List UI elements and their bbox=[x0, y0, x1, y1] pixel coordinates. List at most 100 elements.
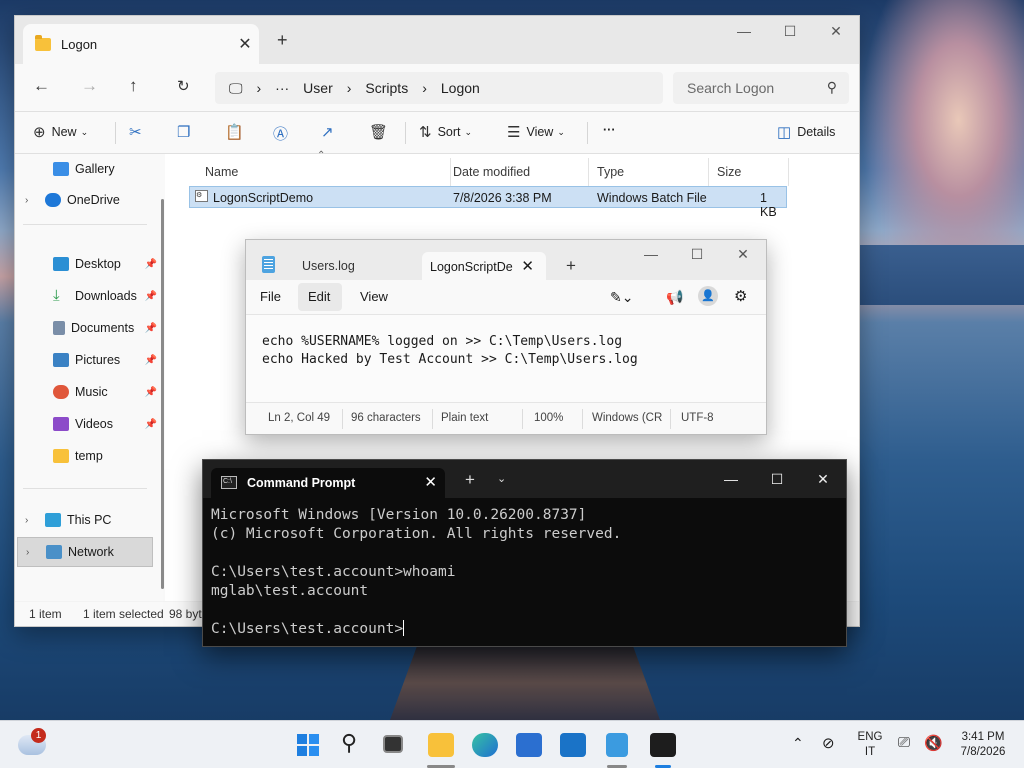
cut-icon[interactable]: ✂ bbox=[129, 123, 148, 141]
chevron-up-icon[interactable]: ⌃ bbox=[792, 735, 804, 752]
paste-icon[interactable]: 📋 bbox=[225, 123, 250, 141]
nav-item-this-pc[interactable]: › This PC bbox=[17, 505, 153, 535]
share-icon[interactable]: ↗ bbox=[321, 123, 340, 141]
more-options-button[interactable]: ··· bbox=[603, 123, 616, 137]
close-button[interactable]: ✕ bbox=[720, 240, 766, 268]
nav-item-desktop[interactable]: Desktop 📌 bbox=[17, 249, 157, 279]
close-button[interactable]: ✕ bbox=[800, 460, 846, 498]
terminal-line: mglab\test.account bbox=[211, 583, 369, 599]
announcement-icon[interactable]: 📢 bbox=[666, 289, 683, 306]
nav-scrollbar[interactable] bbox=[161, 199, 164, 589]
nav-item-network[interactable]: › Network bbox=[17, 537, 153, 567]
column-header-size[interactable]: Size bbox=[709, 158, 789, 186]
breadcrumb-user[interactable]: User bbox=[303, 80, 333, 96]
refresh-button[interactable]: ↻ bbox=[177, 77, 190, 95]
new-tab-button[interactable]: + bbox=[277, 30, 288, 51]
notepad-icon bbox=[262, 256, 275, 273]
clock[interactable]: 3:41 PM 7/8/2026 bbox=[950, 730, 1016, 760]
new-button[interactable]: ⊕ New ⌄ bbox=[33, 123, 88, 141]
nav-item-onedrive[interactable]: › OneDrive bbox=[17, 185, 153, 215]
nav-label: Desktop bbox=[75, 257, 121, 271]
rename-icon[interactable]: Ⓐ bbox=[273, 123, 294, 144]
chevron-down-icon[interactable]: ⌄ bbox=[497, 472, 506, 485]
terminal-output[interactable]: Microsoft Windows [Version 10.0.26200.87… bbox=[203, 498, 846, 647]
terminal-tab[interactable]: C:\ Command Prompt ✕ bbox=[211, 468, 445, 498]
nav-item-videos[interactable]: Videos 📌 bbox=[17, 409, 157, 439]
nav-item-temp[interactable]: temp bbox=[17, 441, 153, 471]
tab-users-log[interactable]: Users.log bbox=[302, 259, 355, 273]
terminal-taskbar-icon[interactable] bbox=[650, 733, 676, 757]
nav-label: Documents bbox=[71, 321, 135, 335]
up-button[interactable]: ↑ bbox=[129, 76, 138, 96]
forward-button[interactable]: → bbox=[81, 76, 98, 96]
delete-icon[interactable]: 🗑 bbox=[369, 123, 394, 141]
nav-item-documents[interactable]: Documents 📌 bbox=[17, 313, 157, 343]
speaker-muted-icon[interactable]: 🔇 bbox=[924, 734, 943, 752]
edge-icon[interactable] bbox=[472, 733, 498, 757]
display-icon[interactable]: ⎚ bbox=[898, 734, 910, 751]
navigation-pane: Gallery › OneDrive Desktop 📌 ⤓ Downloads 📌 D… bbox=[15, 154, 165, 601]
minimize-button[interactable]: — bbox=[721, 16, 767, 46]
nav-label: Network bbox=[68, 545, 114, 559]
explorer-tab[interactable]: Logon ✕ bbox=[23, 24, 259, 64]
breadcrumb-ellipsis[interactable]: ··· bbox=[275, 80, 289, 96]
menu-view[interactable]: View bbox=[360, 289, 388, 304]
nav-label: Videos bbox=[75, 417, 113, 431]
breadcrumb-logon[interactable]: Logon bbox=[441, 80, 480, 96]
command-bar: ⊕ New ⌄ ✂ ❐ 📋 Ⓐ ↗ 🗑 ⇅ Sort ⌄ ☰ View ⌄ ··· ◫ Det… bbox=[15, 112, 859, 154]
tab-logon-script[interactable]: LogonScriptDe ✕ bbox=[422, 252, 546, 280]
desktop-wallpaper-mountains bbox=[850, 245, 1024, 305]
close-tab-icon[interactable]: ✕ bbox=[235, 34, 255, 54]
breadcrumb-scripts[interactable]: Scripts bbox=[365, 80, 408, 96]
settings-gear-icon[interactable]: ⚙ bbox=[734, 287, 747, 305]
breadcrumb[interactable]: 🖵 › ··· User › Scripts › Logon bbox=[215, 72, 663, 104]
batch-file-icon: ⚙ bbox=[195, 190, 208, 202]
close-tab-icon[interactable]: ✕ bbox=[521, 257, 534, 275]
new-tab-button[interactable]: + bbox=[465, 470, 475, 490]
notepad-text-area[interactable]: echo %USERNAME% logged on >> C:\Temp\Use… bbox=[246, 314, 766, 402]
table-row[interactable]: ⚙ LogonScriptDemo 7/8/2026 3:38 PM Windo… bbox=[189, 186, 787, 219]
sort-button[interactable]: ⇅ Sort ⌄ bbox=[419, 123, 472, 141]
nav-label: Music bbox=[75, 385, 108, 399]
column-header-name[interactable]: Name bbox=[197, 158, 451, 186]
language-indicator[interactable]: ENG IT bbox=[852, 730, 888, 760]
file-explorer-taskbar-icon[interactable] bbox=[428, 733, 454, 757]
new-tab-button[interactable]: + bbox=[566, 256, 576, 276]
store-icon[interactable] bbox=[516, 733, 542, 757]
explorer-tab-bar: Logon ✕ + — ☐ ✕ bbox=[15, 16, 859, 64]
more-label: ··· bbox=[603, 123, 616, 137]
nav-item-pictures[interactable]: Pictures 📌 bbox=[17, 345, 157, 375]
chevron-right-icon: › bbox=[346, 80, 352, 96]
close-tab-icon[interactable]: ✕ bbox=[424, 473, 437, 491]
search-icon[interactable]: ⚲ bbox=[341, 730, 357, 756]
text-line: echo %USERNAME% logged on >> C:\Temp\Use… bbox=[262, 334, 623, 349]
search-input[interactable]: Search Logon ⚲ bbox=[673, 72, 849, 104]
minimize-button[interactable]: — bbox=[708, 460, 754, 498]
menu-edit[interactable]: Edit bbox=[308, 289, 330, 304]
maximize-button[interactable]: ☐ bbox=[767, 16, 813, 46]
account-icon[interactable]: 👤 bbox=[698, 286, 718, 306]
details-button[interactable]: ◫ Details bbox=[777, 123, 835, 141]
copilot-icon[interactable]: ✎⌄ bbox=[610, 289, 633, 306]
column-header-date[interactable]: Date modified bbox=[445, 158, 589, 186]
close-button[interactable]: ✕ bbox=[813, 16, 859, 46]
maximize-button[interactable]: ☐ bbox=[754, 460, 800, 498]
nav-item-downloads[interactable]: ⤓ Downloads 📌 bbox=[17, 281, 157, 311]
minimize-button[interactable]: — bbox=[628, 240, 674, 268]
task-view-icon[interactable] bbox=[383, 735, 403, 753]
menu-file[interactable]: File bbox=[260, 289, 281, 304]
nav-item-gallery[interactable]: Gallery bbox=[17, 154, 153, 184]
view-button[interactable]: ☰ View ⌄ bbox=[507, 123, 565, 141]
column-header-type[interactable]: Type bbox=[589, 158, 709, 186]
outlook-icon[interactable] bbox=[560, 733, 586, 757]
network-disconnected-icon[interactable]: ⊘ bbox=[822, 734, 835, 752]
column-date-label: Date modified bbox=[453, 165, 531, 179]
notepad-taskbar-icon[interactable] bbox=[606, 733, 628, 757]
nav-item-music[interactable]: Music 📌 bbox=[17, 377, 157, 407]
back-button[interactable]: ← bbox=[33, 76, 50, 96]
maximize-button[interactable]: ☐ bbox=[674, 240, 720, 268]
copy-icon[interactable]: ❐ bbox=[177, 123, 196, 141]
command-prompt-window: C:\ Command Prompt ✕ + ⌄ — ☐ ✕ Microsoft… bbox=[202, 459, 847, 647]
language-code: ENG bbox=[857, 731, 883, 743]
start-button[interactable] bbox=[296, 733, 322, 757]
